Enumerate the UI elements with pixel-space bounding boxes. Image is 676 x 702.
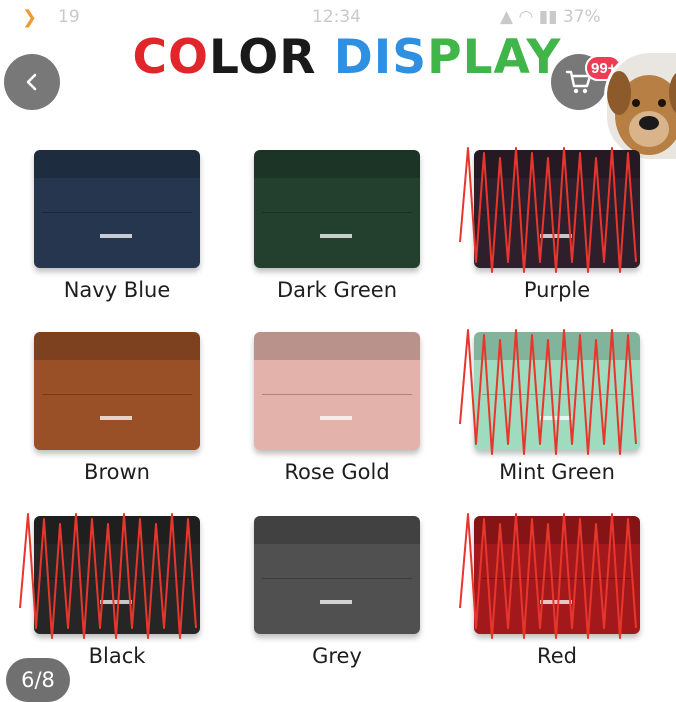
color-card[interactable]: Dark Green [246,150,466,330]
sleeve-logo-plate [540,416,572,420]
laptop-sleeve-image [254,516,420,634]
sleeve-flap [34,150,200,178]
sleeve-flap [34,332,200,360]
color-name: Grey [312,644,362,668]
color-card[interactable]: Purple [459,147,676,330]
sleeve-seam [482,394,632,395]
sleeve-seam [482,578,632,579]
color-name: Purple [523,278,591,302]
laptop-sleeve-image [474,150,640,268]
sleeve-flap [474,150,640,178]
color-card[interactable]: Red [459,513,676,696]
sleeve-logo-plate [100,234,132,238]
sleeve-seam [42,394,192,395]
laptop-sleeve-image [474,516,640,634]
laptop-sleeve-image [34,150,200,268]
sleeve-seam [262,578,412,579]
color-card[interactable]: Mint Green [459,329,676,512]
color-card[interactable]: Brown [26,332,246,512]
sleeve-flap [254,516,420,544]
sleeve-flap [254,332,420,360]
sleeve-seam [262,212,412,213]
laptop-sleeve-image [254,332,420,450]
sleeve-flap [34,516,200,544]
sleeve-flap [254,150,420,178]
color-name: Mint Green [499,460,615,484]
laptop-sleeve-image [474,332,640,450]
sleeve-logo-plate [540,600,572,604]
color-card[interactable]: Rose Gold [246,332,466,512]
sleeve-logo-plate [100,600,132,604]
sleeve-seam [262,394,412,395]
laptop-sleeve-image [254,150,420,268]
laptop-sleeve-image [34,332,200,450]
laptop-sleeve-image [34,516,200,634]
color-name: Rose Gold [284,460,390,484]
sleeve-logo-plate [320,234,352,238]
sleeve-seam [42,578,192,579]
color-card[interactable]: Grey [246,516,466,696]
sleeve-seam [42,212,192,213]
sleeve-logo-plate [320,600,352,604]
color-name: Navy Blue [63,278,171,302]
sleeve-flap [474,332,640,360]
color-card[interactable]: Navy Blue [26,150,246,330]
color-name: Dark Green [276,278,398,302]
sleeve-flap [474,516,640,544]
sleeve-logo-plate [100,416,132,420]
color-name: Red [537,644,577,668]
sleeve-seam [482,212,632,213]
color-grid: Navy Blue Dark Green Purple Brown Rose Gold M… [0,0,676,699]
page-indicator: 6/8 [6,658,70,702]
sleeve-logo-plate [320,416,352,420]
color-name: Brown [84,460,150,484]
sleeve-logo-plate [540,234,572,238]
